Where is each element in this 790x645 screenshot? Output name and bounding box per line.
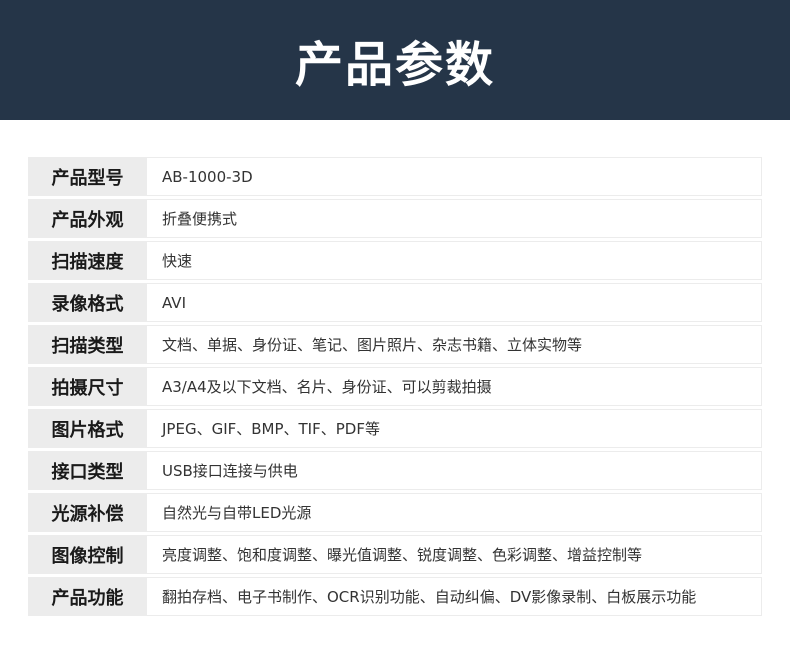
spec-value: 亮度调整、饱和度调整、曝光值调整、锐度调整、色彩调整、增益控制等	[147, 535, 762, 574]
spec-row-interface: 接口类型 USB接口连接与供电	[28, 451, 762, 490]
spec-value: A3/A4及以下文档、名片、身份证、可以剪裁拍摄	[147, 367, 762, 406]
spec-label: 产品外观	[28, 199, 147, 238]
spec-row-functions: 产品功能 翻拍存档、电子书制作、OCR识别功能、自动纠偏、DV影像录制、白板展示…	[28, 577, 762, 616]
spec-row-appearance: 产品外观 折叠便携式	[28, 199, 762, 238]
spec-row-capture-size: 拍摄尺寸 A3/A4及以下文档、名片、身份证、可以剪裁拍摄	[28, 367, 762, 406]
spec-label: 图像控制	[28, 535, 147, 574]
spec-value: 折叠便携式	[147, 199, 762, 238]
spec-row-image-control: 图像控制 亮度调整、饱和度调整、曝光值调整、锐度调整、色彩调整、增益控制等	[28, 535, 762, 574]
spec-value: 快速	[147, 241, 762, 280]
spec-label: 扫描类型	[28, 325, 147, 364]
spec-label: 产品型号	[28, 157, 147, 196]
spec-value: JPEG、GIF、BMP、TIF、PDF等	[147, 409, 762, 448]
spec-label: 图片格式	[28, 409, 147, 448]
spec-label: 产品功能	[28, 577, 147, 616]
spec-row-light-source: 光源补偿 自然光与自带LED光源	[28, 493, 762, 532]
spec-label: 接口类型	[28, 451, 147, 490]
spec-label: 拍摄尺寸	[28, 367, 147, 406]
spec-value: AVI	[147, 283, 762, 322]
spec-label: 录像格式	[28, 283, 147, 322]
spec-row-scan-speed: 扫描速度 快速	[28, 241, 762, 280]
page-title: 产品参数	[294, 37, 495, 93]
spec-value: 自然光与自带LED光源	[147, 493, 762, 532]
spec-value: 翻拍存档、电子书制作、OCR识别功能、自动纠偏、DV影像录制、白板展示功能	[147, 577, 762, 616]
spec-row-scan-type: 扫描类型 文档、单据、身份证、笔记、图片照片、杂志书籍、立体实物等	[28, 325, 762, 364]
page-header: 产品参数	[0, 0, 790, 120]
spec-value: USB接口连接与供电	[147, 451, 762, 490]
spec-value: 文档、单据、身份证、笔记、图片照片、杂志书籍、立体实物等	[147, 325, 762, 364]
spec-row-video-format: 录像格式 AVI	[28, 283, 762, 322]
spec-value: AB-1000-3D	[147, 157, 762, 196]
spec-label: 光源补偿	[28, 493, 147, 532]
spec-label: 扫描速度	[28, 241, 147, 280]
spec-table: 产品型号 AB-1000-3D 产品外观 折叠便携式 扫描速度 快速 录像格式 …	[28, 157, 762, 619]
spec-row-model: 产品型号 AB-1000-3D	[28, 157, 762, 196]
spec-row-image-format: 图片格式 JPEG、GIF、BMP、TIF、PDF等	[28, 409, 762, 448]
